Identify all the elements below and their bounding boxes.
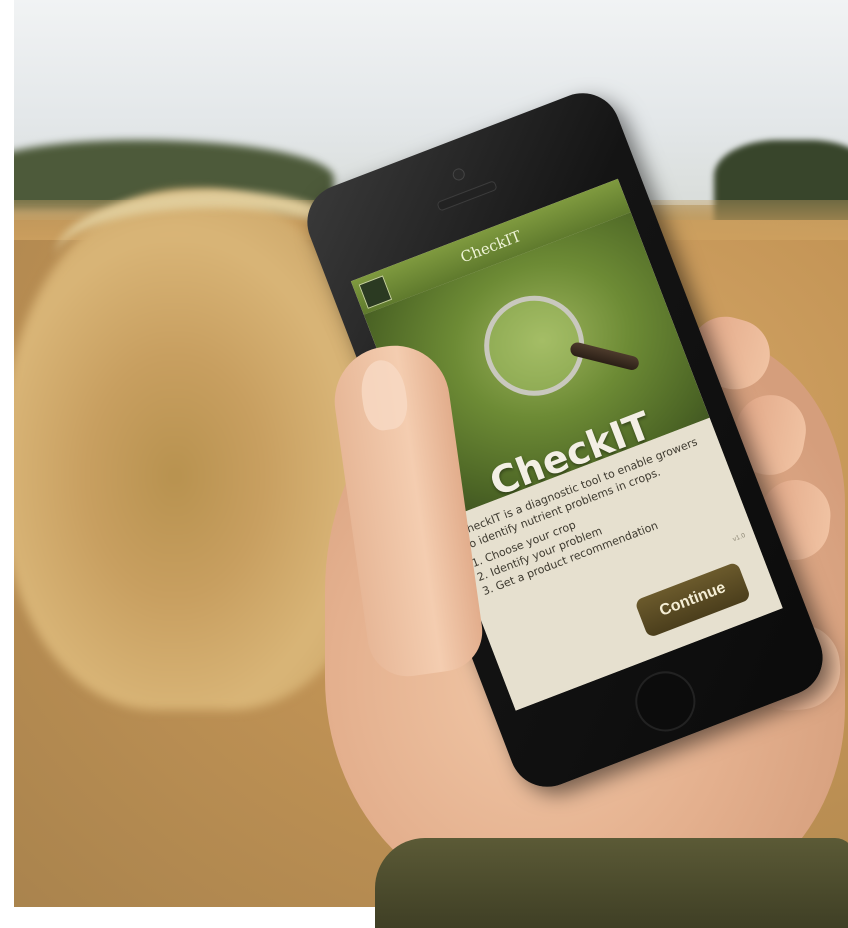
jacket-sleeve [375,838,848,928]
company-logo-icon [358,275,393,309]
